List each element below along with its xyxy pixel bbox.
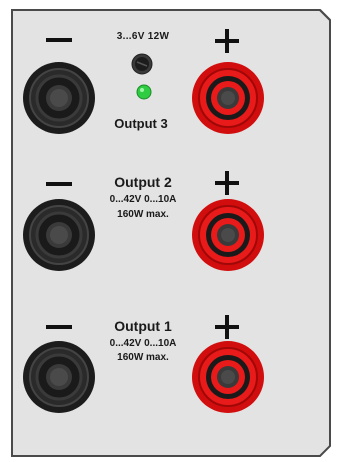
output3-rating: 3...6V 12W (116, 31, 170, 42)
minus-icon (46, 38, 72, 42)
output3-switch[interactable] (130, 52, 154, 76)
power-supply-panel: 3...6V 12W Output 3 Output 2 0...42V 0..… (0, 0, 342, 462)
minus-icon (46, 182, 72, 186)
output1-range: 0...42V 0...10A (109, 338, 177, 349)
output2-max: 160W max. (117, 209, 169, 220)
minus-icon (46, 325, 72, 329)
output3-negative-jack[interactable] (21, 60, 97, 136)
output2-positive-jack[interactable] (190, 197, 266, 273)
plus-icon (225, 29, 229, 53)
output3-title: Output 3 (114, 116, 168, 131)
output1-positive-jack[interactable] (190, 339, 266, 415)
output1-negative-jack[interactable] (21, 339, 97, 415)
output2-negative-jack[interactable] (21, 197, 97, 273)
output3-led (136, 84, 152, 100)
plus-icon (225, 315, 229, 339)
output1-title: Output 1 (114, 318, 172, 334)
output2-title: Output 2 (114, 174, 172, 190)
output2-range: 0...42V 0...10A (109, 194, 177, 205)
output3-positive-jack[interactable] (190, 60, 266, 136)
output1-max: 160W max. (117, 352, 169, 363)
plus-icon (225, 171, 229, 195)
